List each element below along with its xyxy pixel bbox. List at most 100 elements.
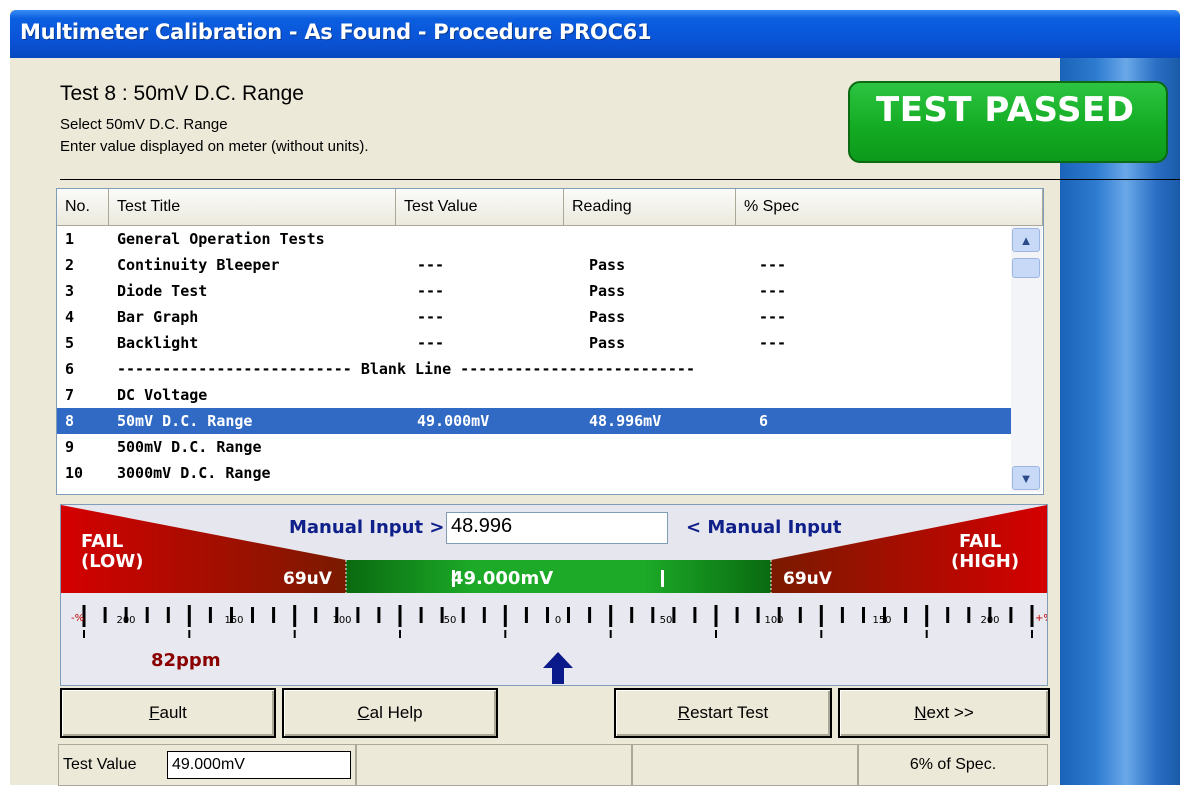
cell-spec: 6	[759, 412, 769, 430]
col-spec[interactable]: % Spec	[736, 189, 1043, 225]
col-reading[interactable]: Reading	[564, 189, 736, 225]
cell-no: 10	[65, 464, 84, 482]
cell-value: ---	[417, 308, 445, 326]
cell-title: Backlight	[117, 334, 199, 352]
test-result-badge: TEST PASSED	[848, 81, 1168, 163]
restart-test-button[interactable]: Restart Test	[614, 688, 832, 738]
scale-tick	[609, 605, 613, 627]
table-row[interactable]: 1 General Operation Tests	[57, 226, 1011, 252]
side-decoration	[1060, 58, 1180, 785]
scale-label: 0	[555, 615, 561, 626]
cell-value: 49.000mV	[417, 412, 490, 430]
scale-tick	[714, 605, 718, 627]
table-row[interactable]: 7 DC Voltage	[57, 382, 1011, 408]
column-header: No. Test Title Test Value Reading % Spec	[57, 189, 1043, 226]
status-panel-3	[632, 744, 858, 786]
cell-no: 1	[65, 230, 75, 248]
cell-reading: Pass	[589, 308, 626, 326]
cell-title: Bar Graph	[117, 308, 199, 326]
scale-label: 200	[980, 615, 999, 626]
cell-title: General Operation Tests	[117, 230, 325, 248]
table-row[interactable]: 4 Bar Graph --- Pass ---	[57, 304, 1011, 330]
cell-reading: Pass	[589, 282, 626, 300]
scale-tick	[314, 607, 318, 623]
nominal-value-label: 49.000mV	[451, 568, 554, 589]
window-title: Multimeter Calibration - As Found - Proc…	[20, 20, 652, 44]
cal-help-button[interactable]: Cal Help	[282, 688, 498, 738]
manual-input-left-label: Manual Input >	[289, 517, 445, 538]
cell-no: 7	[65, 386, 75, 404]
fault-button[interactable]: Fault	[60, 688, 276, 738]
scale-tick-lower	[188, 630, 191, 638]
scale-tick	[482, 607, 486, 623]
cell-value: ---	[417, 256, 445, 274]
scale-tick	[208, 607, 212, 623]
cell-title: 500mV D.C. Range	[117, 438, 262, 456]
scroll-up-icon[interactable]: ▲	[1012, 228, 1040, 252]
pass-zone	[346, 560, 771, 593]
table-row[interactable]: 2 Continuity Bleeper --- Pass ---	[57, 252, 1011, 278]
col-no[interactable]: No.	[57, 189, 109, 225]
scale-tick	[567, 607, 570, 623]
scale-label: 100	[764, 615, 783, 626]
scale-tick	[419, 607, 423, 623]
scale-tick	[630, 607, 634, 623]
scale-tick	[693, 607, 697, 623]
scale-tick-lower	[715, 630, 717, 638]
scroll-down-icon[interactable]: ▼	[1012, 466, 1040, 490]
cell-no: 3	[65, 282, 75, 300]
vertical-scrollbar[interactable]: ▲ ▼	[1011, 226, 1042, 492]
scale-label: 200	[116, 615, 135, 626]
header-divider	[60, 179, 1180, 180]
title-bar: Multimeter Calibration - As Found - Proc…	[10, 10, 1180, 58]
scale-label: 150	[872, 615, 891, 626]
table-row[interactable]: 6 -------------------------- Blank Line -…	[57, 356, 1011, 382]
cell-title: 3000mV D.C. Range	[117, 464, 271, 482]
col-test-value[interactable]: Test Value	[396, 189, 564, 225]
scale-label: 50	[444, 615, 457, 626]
scale-tick	[356, 607, 360, 623]
manual-input-right-label: < Manual Input	[686, 517, 842, 538]
cell-title: Diode Test	[117, 282, 208, 300]
table-row[interactable]: 3 Diode Test --- Pass ---	[57, 278, 1011, 304]
scale-end-left: -%	[71, 613, 84, 624]
table-row[interactable]: 5 Backlight --- Pass ---	[57, 330, 1011, 356]
scale-tick	[398, 605, 402, 627]
scale-tick-lower	[293, 630, 296, 638]
scale-tick	[735, 607, 739, 623]
pass-marker-right	[661, 570, 664, 587]
calibration-window: Multimeter Calibration - As Found - Proc…	[10, 10, 1180, 786]
next-button[interactable]: Next >>	[838, 688, 1050, 738]
scale-tick	[946, 607, 950, 623]
table-row[interactable]: 8 50mV D.C. Range 49.000mV 48.996mV 6	[57, 408, 1011, 434]
scale-tick	[925, 605, 929, 627]
scale-tick	[546, 607, 549, 623]
scale-tick	[103, 607, 107, 623]
scale-label: 50	[660, 615, 673, 626]
scale-tick	[840, 607, 844, 623]
table-row[interactable]: 10 3000mV D.C. Range	[57, 460, 1011, 486]
scale-tick	[798, 607, 802, 623]
scale-tick-lower	[504, 630, 507, 638]
cell-no: 5	[65, 334, 75, 352]
cell-reading: Pass	[589, 334, 626, 352]
test-rows: 1 General Operation Tests 2 Continuity Blee…	[57, 226, 1011, 486]
manual-input-field[interactable]: 48.996	[446, 512, 668, 544]
scale-tick	[1009, 607, 1013, 623]
fail-high-label: FAIL	[959, 531, 1002, 552]
test-list[interactable]: No. Test Title Test Value Reading % Spec…	[56, 188, 1044, 495]
scale-tick	[819, 605, 823, 627]
col-test-title[interactable]: Test Title	[109, 189, 396, 225]
scale-tick-lower	[820, 630, 823, 638]
scroll-thumb[interactable]	[1012, 258, 1040, 278]
scale-tick	[187, 605, 191, 627]
scale-tick	[672, 607, 676, 623]
status-test-value-panel: Test Value 49.000mV	[58, 744, 356, 786]
test-value-field: 49.000mV	[167, 751, 351, 779]
scale-tick	[293, 605, 297, 627]
table-row[interactable]: 9 500mV D.C. Range	[57, 434, 1011, 460]
cell-no: 9	[65, 438, 75, 456]
scale-label: 150	[224, 615, 243, 626]
cell-spec: ---	[759, 334, 787, 352]
scale-tick	[377, 607, 381, 623]
